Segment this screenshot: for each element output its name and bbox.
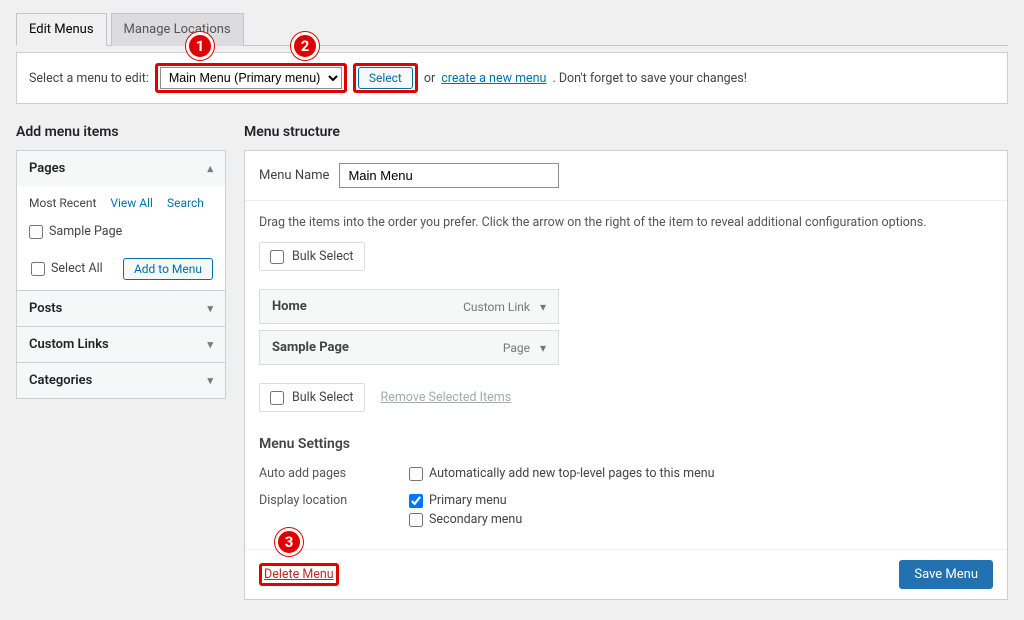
tab-edit-menus[interactable]: Edit Menus <box>16 13 107 46</box>
loc-secondary-checkbox[interactable] <box>409 513 423 527</box>
bulk-select-top[interactable]: Bulk Select <box>259 242 365 271</box>
subtab-search[interactable]: Search <box>167 196 204 210</box>
accordion: Pages ▴ Most Recent View All Search Samp… <box>16 150 226 399</box>
loc-secondary-option[interactable]: Secondary menu <box>409 512 522 527</box>
remove-selected-link[interactable]: Remove Selected Items <box>381 390 512 405</box>
select-menu-label: Select a menu to edit: <box>29 71 149 86</box>
accordion-custom-links-head[interactable]: Custom Links ▾ <box>17 327 225 362</box>
menu-panel: Menu Name Drag the items into the order … <box>244 150 1008 600</box>
auto-add-row: Auto add pages Automatically add new top… <box>259 462 993 489</box>
accordion-pages-label: Pages <box>29 161 65 176</box>
columns: Add menu items Pages ▴ Most Recent View … <box>16 124 1008 600</box>
menu-item-home[interactable]: Home Custom Link ▾ <box>259 289 559 324</box>
annotation-box-2: Select <box>353 63 418 93</box>
tab-manage-locations[interactable]: Manage Locations <box>111 13 244 46</box>
nav-tabs: Edit Menus Manage Locations <box>16 0 1008 46</box>
select-menu-bar: Select a menu to edit: Main Menu (Primar… <box>16 52 1008 104</box>
select-bar-tail: . Don't forget to save your changes! <box>552 71 747 86</box>
page-item-sample[interactable]: Sample Page <box>27 220 215 243</box>
page-item-sample-label: Sample Page <box>49 224 122 239</box>
page-item-sample-checkbox[interactable] <box>29 225 43 239</box>
bulk-bottom-row: Bulk Select Remove Selected Items <box>259 383 993 412</box>
menu-item-home-meta: Custom Link ▾ <box>463 300 546 314</box>
bulk-select-bottom-checkbox[interactable] <box>270 391 284 405</box>
caret-up-icon: ▴ <box>207 162 213 175</box>
menu-dropdown[interactable]: Main Menu (Primary menu) <box>160 67 342 89</box>
annotation-box-3: Delete Menu <box>259 563 339 586</box>
menu-settings-head: Menu Settings <box>259 436 993 452</box>
delete-menu-link[interactable]: Delete Menu <box>264 567 334 582</box>
save-menu-button[interactable]: Save Menu <box>899 560 993 589</box>
auto-add-label: Auto add pages <box>259 466 409 481</box>
loc-primary-text: Primary menu <box>429 493 507 508</box>
auto-add-option[interactable]: Automatically add new top-level pages to… <box>409 466 715 481</box>
or-text: or <box>424 71 435 86</box>
menu-item-home-type: Custom Link <box>463 300 530 314</box>
accordion-posts-label: Posts <box>29 301 62 316</box>
accordion-pages: Pages ▴ Most Recent View All Search Samp… <box>17 151 225 290</box>
caret-down-icon[interactable]: ▾ <box>540 341 546 355</box>
menu-settings: Menu Settings Auto add pages Automatical… <box>245 436 1007 549</box>
accordion-posts: Posts ▾ <box>17 290 225 326</box>
bulk-select-top-label: Bulk Select <box>292 249 354 264</box>
menu-structure-column: Menu structure Menu Name Drag the items … <box>244 124 1008 600</box>
menu-structure-title: Menu structure <box>244 124 1008 140</box>
select-button[interactable]: Select <box>358 67 413 89</box>
display-location-label: Display location <box>259 493 409 508</box>
select-all-label: Select All <box>51 261 103 276</box>
annotation-3: 3 <box>275 528 303 556</box>
bulk-select-top-checkbox[interactable] <box>270 250 284 264</box>
loc-secondary-text: Secondary menu <box>429 512 522 527</box>
menu-name-input[interactable] <box>339 163 559 188</box>
auto-add-checkbox[interactable] <box>409 467 423 481</box>
bulk-select-bottom-label: Bulk Select <box>292 390 354 405</box>
accordion-posts-head[interactable]: Posts ▾ <box>17 291 225 326</box>
add-to-menu-button[interactable]: Add to Menu <box>123 258 213 280</box>
annotation-1: 1 <box>186 32 214 60</box>
menu-item-home-label: Home <box>272 299 307 314</box>
select-all-row[interactable]: Select All <box>29 257 105 280</box>
menu-panel-body: Drag the items into the order you prefer… <box>245 201 1007 426</box>
panel-footer: 3 Delete Menu Save Menu <box>245 549 1007 599</box>
add-menu-items-column: Add menu items Pages ▴ Most Recent View … <box>16 124 226 600</box>
accordion-pages-body: Most Recent View All Search Sample Page … <box>17 186 225 290</box>
accordion-categories: Categories ▾ <box>17 362 225 398</box>
pages-subtabs: Most Recent View All Search <box>27 196 215 210</box>
annotation-2: 2 <box>291 32 319 60</box>
caret-down-icon[interactable]: ▾ <box>540 300 546 314</box>
accordion-custom-links-label: Custom Links <box>29 337 109 352</box>
subtab-recent[interactable]: Most Recent <box>29 196 96 210</box>
menu-item-sample-page[interactable]: Sample Page Page ▾ <box>259 330 559 365</box>
menu-item-sample-meta: Page ▾ <box>503 341 546 355</box>
menu-items-list: Home Custom Link ▾ Sample Page Page ▾ <box>259 289 559 365</box>
accordion-categories-head[interactable]: Categories ▾ <box>17 363 225 398</box>
drag-hint: Drag the items into the order you prefer… <box>259 215 993 230</box>
pages-footer: Select All Add to Menu <box>27 249 215 280</box>
select-all-checkbox[interactable] <box>31 262 45 276</box>
bulk-select-bottom[interactable]: Bulk Select <box>259 383 365 412</box>
select-menu-bar-wrap: 1 2 Select a menu to edit: Main Menu (Pr… <box>16 52 1008 104</box>
annotation-box-1: Main Menu (Primary menu) <box>155 63 347 93</box>
loc-primary-checkbox[interactable] <box>409 494 423 508</box>
menu-name-label: Menu Name <box>259 168 329 183</box>
subtab-viewall[interactable]: View All <box>110 196 153 210</box>
accordion-custom-links: Custom Links ▾ <box>17 326 225 362</box>
add-menu-items-title: Add menu items <box>16 124 226 140</box>
create-menu-link[interactable]: create a new menu <box>441 71 546 86</box>
accordion-pages-head[interactable]: Pages ▴ <box>17 151 225 186</box>
display-location-row: Display location Primary menu Secondary … <box>259 489 993 535</box>
caret-down-icon: ▾ <box>207 338 213 351</box>
menu-item-sample-type: Page <box>503 341 530 355</box>
accordion-categories-label: Categories <box>29 373 92 388</box>
caret-down-icon: ▾ <box>207 302 213 315</box>
caret-down-icon: ▾ <box>207 374 213 387</box>
menu-item-sample-label: Sample Page <box>272 340 349 355</box>
loc-primary-option[interactable]: Primary menu <box>409 493 522 508</box>
auto-add-text: Automatically add new top-level pages to… <box>429 466 715 481</box>
menu-name-row: Menu Name <box>245 151 1007 201</box>
